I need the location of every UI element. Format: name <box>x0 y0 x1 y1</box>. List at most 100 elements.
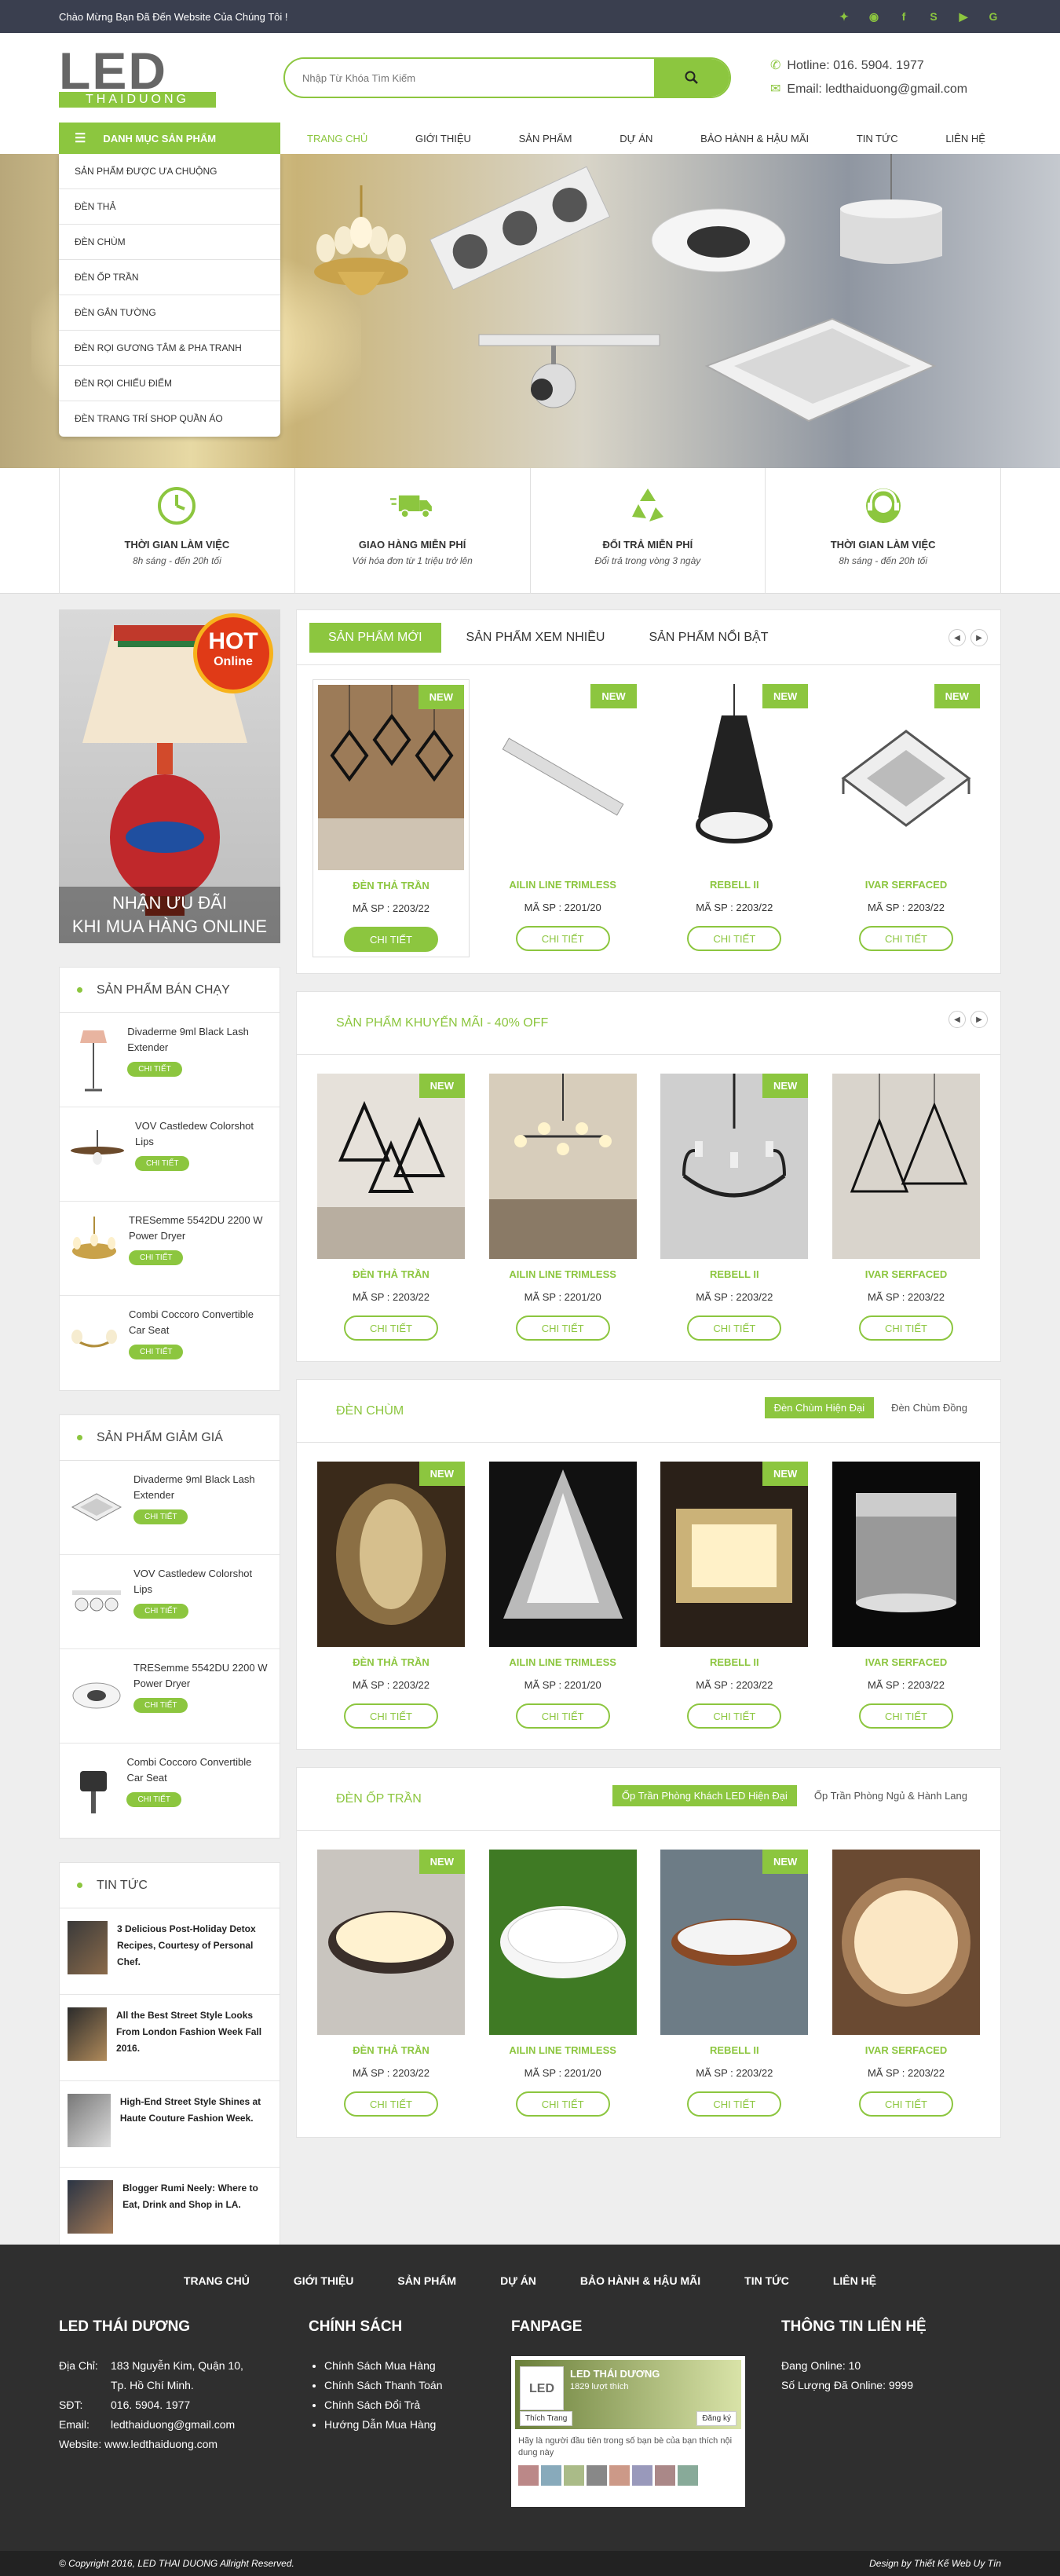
avatar[interactable] <box>678 2465 698 2486</box>
policy-link[interactable]: Chính Sách Đổi Trả <box>324 2395 511 2415</box>
rss-icon[interactable]: ◉ <box>866 9 882 24</box>
product-name[interactable]: TRESemme 5542DU 2200 W Power Dryer <box>133 1660 270 1692</box>
product-name[interactable]: IVAR SERFACED <box>832 1268 980 1280</box>
avatar[interactable] <box>587 2465 607 2486</box>
facebook-icon[interactable]: f <box>896 9 912 24</box>
product-image[interactable]: NEW <box>660 1850 809 2035</box>
product-name[interactable]: AILIN LINE TRIMLESS <box>489 1656 637 1668</box>
product-name[interactable]: VOV Castledew Colorshot Lips <box>135 1118 270 1150</box>
news-title[interactable]: All the Best Street Style Looks From Lon… <box>116 2007 272 2068</box>
product-name[interactable]: ĐÈN THẢ TRẦN <box>318 880 464 891</box>
news-title[interactable]: Blogger Rumi Neely: Where to Eat, Drink … <box>122 2180 272 2241</box>
detail-button[interactable]: CHI TIẾT <box>515 926 610 951</box>
product-image[interactable] <box>832 1462 980 1647</box>
news-thumb[interactable] <box>68 1921 108 1974</box>
product-image[interactable] <box>488 1462 637 1647</box>
product-thumb[interactable] <box>69 1566 124 1637</box>
product-image[interactable]: NEW <box>318 685 464 870</box>
search-input[interactable] <box>285 71 654 84</box>
email-text[interactable]: Email: ledthaiduong@gmail.com <box>787 82 967 96</box>
chevron-left-icon[interactable]: ◀ <box>949 629 966 646</box>
product-name[interactable]: IVAR SERFACED <box>832 2044 980 2056</box>
chevron-right-icon[interactable]: ▶ <box>970 1011 988 1028</box>
product-image[interactable]: NEW <box>317 1850 465 2035</box>
category-menu-button[interactable]: ☰ DANH MỤC SẢN PHẨM <box>59 123 280 154</box>
detail-button[interactable]: CHI TIẾT <box>133 1698 188 1713</box>
product-image[interactable]: NEW <box>317 1074 465 1259</box>
product-name[interactable]: REBELL II <box>660 879 808 891</box>
category-item[interactable]: SẢN PHẨM ĐƯỢC ƯA CHUỘNG <box>59 154 280 189</box>
detail-button[interactable]: CHI TIẾT <box>687 2091 782 2117</box>
product-name[interactable]: IVAR SERFACED <box>832 879 980 891</box>
facebook-page-widget[interactable]: LED LED THÁI DƯƠNG 1829 lượt thích Thích… <box>511 2356 745 2507</box>
product-name[interactable]: VOV Castledew Colorshot Lips <box>133 1566 270 1597</box>
product-name[interactable]: Combi Coccoro Convertible Car Seat <box>129 1307 270 1338</box>
logo[interactable]: LED THAIDUONG <box>59 45 216 109</box>
like-page-button[interactable]: Thích Trang <box>520 2411 573 2426</box>
twitter-icon[interactable]: ✦ <box>836 9 852 24</box>
nav-about[interactable]: GIỚI THIỆU <box>415 133 471 145</box>
footer-nav-projects[interactable]: DỰ ÁN <box>500 2274 536 2287</box>
policy-link[interactable]: Chính Sách Mua Hàng <box>324 2356 511 2376</box>
youtube-icon[interactable]: ▶ <box>956 9 971 24</box>
tab-most-viewed[interactable]: SẢN PHẨM XEM NHIỀU <box>448 623 624 653</box>
product-name[interactable]: Divaderme 9ml Black Lash Extender <box>133 1472 270 1503</box>
product-name[interactable]: REBELL II <box>660 1656 808 1668</box>
category-item[interactable]: ĐÈN ỐP TRẦN <box>59 260 280 295</box>
category-item[interactable]: ĐÈN THẢ <box>59 189 280 225</box>
product-image[interactable]: NEW <box>660 1462 809 1647</box>
category-item[interactable]: ĐÈN TRANG TRÍ SHOP QUẦN ÁO <box>59 401 280 437</box>
google-plus-icon[interactable]: G <box>985 9 1001 24</box>
nav-home[interactable]: TRANG CHỦ <box>307 133 367 145</box>
product-thumb[interactable] <box>69 1024 118 1095</box>
subscribe-button[interactable]: Đăng ký <box>696 2411 737 2426</box>
nav-projects[interactable]: DỰ ÁN <box>620 133 652 145</box>
product-thumb[interactable] <box>69 1472 124 1542</box>
detail-button[interactable]: CHI TIẾT <box>858 926 953 951</box>
hot-promo-banner[interactable]: HOT Online NHẬN ƯU ĐÃI KHI MUA HÀNG ONLIN… <box>59 609 280 943</box>
product-name[interactable]: ĐÈN THẢ TRẦN <box>317 1268 465 1280</box>
product-name[interactable]: ĐÈN THẢ TRẦN <box>317 1656 465 1668</box>
product-name[interactable]: Combi Coccoro Convertible Car Seat <box>126 1755 270 1786</box>
chevron-right-icon[interactable]: ▶ <box>970 629 988 646</box>
product-image[interactable] <box>488 1850 637 2035</box>
skype-icon[interactable]: S <box>926 9 941 24</box>
detail-button[interactable]: CHI TIẾT <box>126 1792 181 1807</box>
avatar[interactable] <box>655 2465 675 2486</box>
news-thumb[interactable] <box>68 2180 114 2234</box>
product-image[interactable]: NEW <box>488 684 637 869</box>
product-image[interactable]: NEW <box>317 1462 465 1647</box>
product-thumb[interactable] <box>69 1213 119 1283</box>
detail-button[interactable]: CHI TIẾT <box>858 2091 953 2117</box>
category-item[interactable]: ĐÈN RỌI CHIẾU ĐIỂM <box>59 366 280 401</box>
product-name[interactable]: IVAR SERFACED <box>832 1656 980 1668</box>
tab-featured[interactable]: SẢN PHẨM NỔI BẬT <box>630 623 787 653</box>
detail-button[interactable]: CHI TIẾT <box>687 926 782 951</box>
avatar[interactable] <box>632 2465 652 2486</box>
product-thumb[interactable] <box>69 1118 126 1189</box>
subtab-modern[interactable]: Đèn Chùm Hiện Đại <box>764 1397 875 1418</box>
detail-button[interactable]: CHI TIẾT <box>515 1315 610 1341</box>
nav-warranty[interactable]: BẢO HÀNH & HẬU MÃI <box>700 133 809 145</box>
avatar[interactable] <box>609 2465 630 2486</box>
footer-nav-home[interactable]: TRANG CHỦ <box>184 2274 250 2287</box>
avatar[interactable] <box>564 2465 584 2486</box>
footer-nav-warranty[interactable]: BẢO HÀNH & HẬU MÃI <box>580 2274 700 2287</box>
product-image[interactable]: NEW <box>660 684 809 869</box>
footer-nav-news[interactable]: TIN TỨC <box>744 2274 789 2287</box>
detail-button[interactable]: CHI TIẾT <box>344 927 438 952</box>
news-title[interactable]: High-End Street Style Shines at Haute Co… <box>120 2094 272 2154</box>
search-button[interactable] <box>654 59 729 97</box>
product-name[interactable]: ĐÈN THẢ TRẦN <box>317 2044 465 2056</box>
avatar[interactable] <box>518 2465 539 2486</box>
policy-link[interactable]: Hướng Dẫn Mua Hàng <box>324 2415 511 2435</box>
product-name[interactable]: REBELL II <box>660 1268 808 1280</box>
detail-button[interactable]: CHI TIẾT <box>129 1345 184 1359</box>
news-thumb[interactable] <box>68 2007 108 2061</box>
designer-credit[interactable]: Design by Thiết Kế Web Uy Tín <box>869 2558 1001 2569</box>
detail-button[interactable]: CHI TIẾT <box>344 1703 438 1729</box>
avatar[interactable] <box>541 2465 561 2486</box>
product-name[interactable]: AILIN LINE TRIMLESS <box>489 2044 637 2056</box>
product-image[interactable]: NEW <box>832 684 980 869</box>
detail-button[interactable]: CHI TIẾT <box>129 1250 184 1265</box>
